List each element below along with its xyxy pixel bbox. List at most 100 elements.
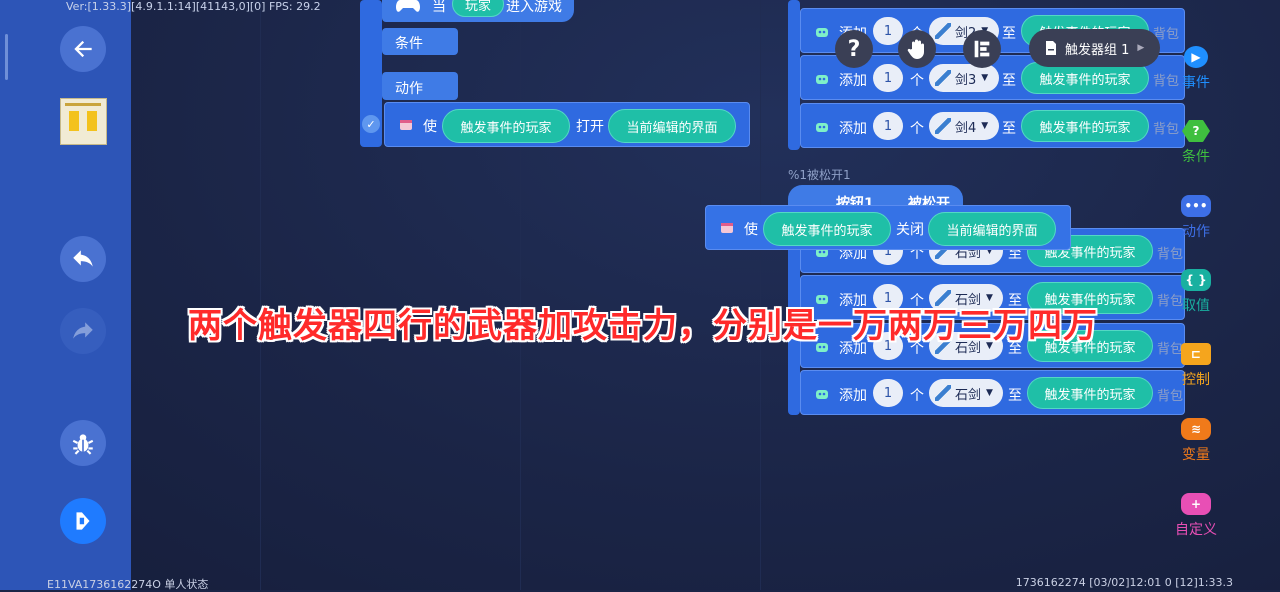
time-status: 1736162274 [03/02]12:01 0 [12]1:33.3	[1015, 576, 1233, 589]
target-player-pill[interactable]: 触发事件的玩家	[1027, 377, 1153, 409]
unit-label: 个	[910, 388, 924, 404]
back-arrow-icon	[74, 40, 92, 58]
count-field[interactable]: 1	[873, 64, 903, 92]
organize-button[interactable]	[963, 30, 1001, 68]
back-button[interactable]	[60, 26, 106, 72]
palette-variables[interactable]: ≋ 变量	[1163, 418, 1229, 464]
event-player-pill[interactable]: 玩家	[452, 0, 504, 17]
sword-icon	[935, 118, 951, 134]
sword-icon	[935, 385, 951, 401]
value-icon: { }	[1181, 269, 1211, 291]
item-name: 石剑	[955, 387, 982, 403]
background-stripe	[260, 0, 261, 590]
ui-target-pill[interactable]: 当前编辑的界面	[928, 212, 1056, 246]
robot-icon	[816, 28, 828, 37]
robot-icon	[816, 123, 828, 132]
backpack-label: 背包	[1157, 247, 1184, 262]
ui-window-icon	[721, 223, 733, 233]
target-player-pill[interactable]: 触发事件的玩家	[442, 109, 570, 143]
stone-sword-row-4[interactable]: 添加 1 个 石剑 ▼ 至 触发事件的玩家 背包	[800, 370, 1185, 415]
target-player-pill[interactable]: 触发事件的玩家	[1021, 110, 1149, 142]
undo-icon	[73, 250, 93, 267]
action-section: 动作	[382, 72, 458, 100]
event-block-enter-game[interactable]: 当 玩家 进入游戏	[382, 0, 574, 22]
condition-section: 条件	[382, 28, 458, 55]
align-blocks-icon	[974, 40, 990, 58]
action-label: 动作	[395, 81, 423, 97]
close-verb-label: 关闭	[896, 222, 924, 238]
event-icon: ▶	[1184, 46, 1208, 68]
redo-icon	[73, 322, 93, 339]
palette-control[interactable]: ⊏ 控制	[1163, 343, 1229, 389]
add-label: 添加	[839, 73, 867, 89]
palette-label: 动作	[1182, 224, 1210, 240]
to-label: 至	[1008, 388, 1022, 404]
ui-window-icon	[400, 120, 412, 130]
palette-label: 控制	[1182, 372, 1210, 388]
count-field[interactable]: 1	[873, 379, 903, 407]
left-toolbar	[0, 0, 131, 590]
undo-button[interactable]	[60, 236, 106, 282]
event-enter-label: 进入游戏	[506, 0, 562, 15]
open-verb-label: 打开	[576, 119, 604, 135]
palette-label: 变量	[1182, 447, 1210, 463]
condition-icon: ?	[1182, 120, 1210, 142]
add-label: 添加	[839, 121, 867, 137]
use-label: 使	[423, 119, 437, 135]
bug-icon	[72, 434, 94, 455]
item-select[interactable]: 石剑 ▼	[929, 379, 1003, 407]
add-item-row-3[interactable]: 添加 1 个 剑4 ▼ 至 触发事件的玩家 背包	[800, 103, 1185, 148]
count-field[interactable]: 1	[873, 112, 903, 140]
to-label: 至	[1002, 121, 1016, 137]
trigger-group-selector[interactable]: 触发器组 1 ▶	[1029, 29, 1160, 67]
item-select[interactable]: 剑4 ▼	[929, 112, 999, 140]
palette-custom[interactable]: + 自定义	[1163, 493, 1229, 539]
video-caption: 两个触发器四行的武器加攻击力，分别是一万两万三万四万	[188, 306, 1098, 346]
expand-arrow-icon: ▶	[1137, 43, 1145, 53]
dropdown-caret-icon: ▼	[981, 73, 989, 83]
robot-icon	[816, 390, 828, 399]
unit-label: 个	[910, 121, 924, 137]
action-enabled-check[interactable]: ✓	[362, 115, 380, 133]
add-label: 添加	[839, 388, 867, 404]
to-label: 至	[1002, 26, 1016, 42]
target-player-pill[interactable]: 触发事件的玩家	[763, 212, 891, 246]
project-thumbnail[interactable]	[60, 98, 107, 145]
palette-label: 取值	[1182, 298, 1210, 314]
help-button[interactable]: ?	[835, 30, 873, 68]
to-label: 至	[1002, 73, 1016, 89]
palette-label: 自定义	[1175, 522, 1217, 538]
run-icon	[76, 512, 90, 530]
item-select[interactable]: 剑3 ▼	[929, 64, 999, 92]
palette-actions[interactable]: ••• 动作	[1163, 195, 1229, 241]
hand-icon	[907, 39, 924, 59]
background-stripe	[520, 0, 521, 590]
palette-label: 事件	[1182, 75, 1210, 91]
run-button[interactable]	[60, 498, 106, 544]
condition-label: 条件	[395, 36, 423, 52]
close-ui-action-block[interactable]: 使 触发事件的玩家 关闭 当前编辑的界面	[705, 205, 1071, 250]
redo-button[interactable]	[60, 308, 106, 354]
use-label: 使	[744, 222, 758, 238]
trigger-group-label: 触发器组 1	[1065, 42, 1130, 58]
palette-events[interactable]: ▶ 事件	[1163, 46, 1229, 92]
sword-icon	[935, 70, 951, 86]
sword-icon	[935, 23, 951, 39]
ui-target-pill[interactable]: 当前编辑的界面	[608, 109, 736, 143]
scroll-edge-handle[interactable]	[5, 34, 8, 80]
robot-icon	[816, 75, 828, 84]
action-icon: •••	[1181, 195, 1211, 217]
script-comment: %1被松开1	[788, 168, 851, 182]
item-name: 剑3	[955, 72, 977, 88]
script2-spine	[788, 0, 800, 150]
dropdown-caret-icon: ▼	[986, 388, 993, 398]
debug-button[interactable]	[60, 420, 106, 466]
item-name: 剑4	[955, 120, 977, 136]
palette-conditions[interactable]: ? 条件	[1163, 120, 1229, 166]
variable-icon: ≋	[1181, 418, 1211, 440]
palette-values[interactable]: { } 取值	[1163, 269, 1229, 315]
open-ui-action-block[interactable]: 使 触发事件的玩家 打开 当前编辑的界面	[384, 102, 750, 147]
version-fps-readout: Ver:[1.33.3][4.9.1.1:14][41143,0][0] FPS…	[66, 0, 321, 13]
background-stripe	[760, 0, 761, 590]
hand-drag-button[interactable]	[898, 30, 936, 68]
